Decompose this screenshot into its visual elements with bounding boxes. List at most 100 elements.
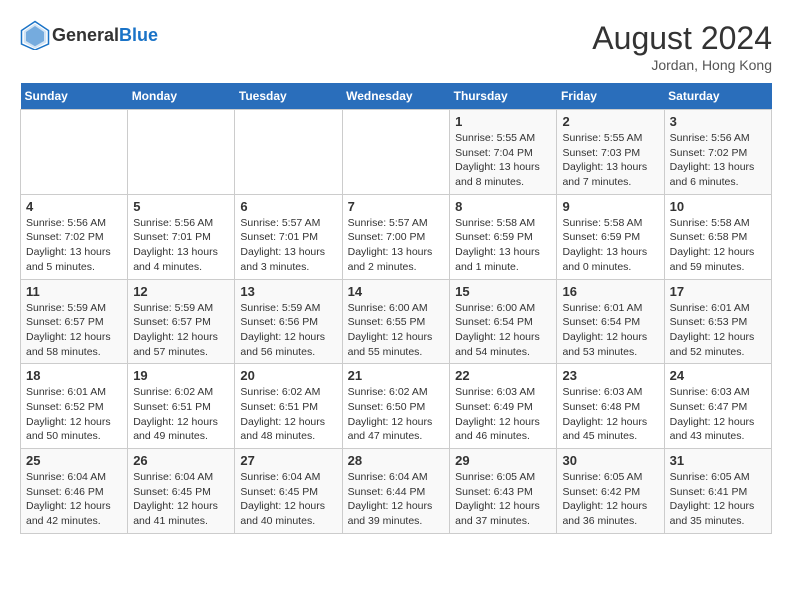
day-number: 17	[670, 284, 766, 299]
day-number: 11	[26, 284, 122, 299]
day-cell: 4 Sunrise: 5:56 AM Sunset: 7:02 PM Daylig…	[21, 194, 128, 279]
header-tuesday: Tuesday	[235, 83, 342, 110]
day-number: 15	[455, 284, 551, 299]
day-info: Sunrise: 5:55 AM Sunset: 7:03 PM Dayligh…	[562, 131, 658, 190]
day-info: Sunrise: 5:59 AM Sunset: 6:57 PM Dayligh…	[133, 301, 229, 360]
day-cell: 5 Sunrise: 5:56 AM Sunset: 7:01 PM Daylig…	[128, 194, 235, 279]
day-info: Sunrise: 6:05 AM Sunset: 6:41 PM Dayligh…	[670, 470, 766, 529]
day-cell: 6 Sunrise: 5:57 AM Sunset: 7:01 PM Daylig…	[235, 194, 342, 279]
calendar-header: SundayMondayTuesdayWednesdayThursdayFrid…	[21, 83, 772, 110]
day-cell: 9 Sunrise: 5:58 AM Sunset: 6:59 PM Daylig…	[557, 194, 664, 279]
day-info: Sunrise: 6:00 AM Sunset: 6:54 PM Dayligh…	[455, 301, 551, 360]
day-info: Sunrise: 6:01 AM Sunset: 6:52 PM Dayligh…	[26, 385, 122, 444]
day-cell: 10Sunrise: 5:58 AM Sunset: 6:58 PM Dayli…	[664, 194, 771, 279]
day-cell: 3 Sunrise: 5:56 AM Sunset: 7:02 PM Daylig…	[664, 110, 771, 195]
week-row-4: 25Sunrise: 6:04 AM Sunset: 6:46 PM Dayli…	[21, 449, 772, 534]
day-info: Sunrise: 6:04 AM Sunset: 6:45 PM Dayligh…	[133, 470, 229, 529]
day-info: Sunrise: 6:02 AM Sunset: 6:51 PM Dayligh…	[133, 385, 229, 444]
day-cell: 7 Sunrise: 5:57 AM Sunset: 7:00 PM Daylig…	[342, 194, 450, 279]
day-number: 26	[133, 453, 229, 468]
day-cell	[128, 110, 235, 195]
day-number: 13	[240, 284, 336, 299]
page-header: GeneralBlue August 2024 Jordan, Hong Kon…	[20, 20, 772, 73]
day-number: 8	[455, 199, 551, 214]
day-number: 4	[26, 199, 122, 214]
day-info: Sunrise: 5:56 AM Sunset: 7:02 PM Dayligh…	[26, 216, 122, 275]
day-number: 3	[670, 114, 766, 129]
day-cell: 31 Sunrise: 6:05 AM Sunset: 6:41 PM Dayli…	[664, 449, 771, 534]
day-info: Sunrise: 5:56 AM Sunset: 7:02 PM Dayligh…	[670, 131, 766, 190]
location: Jordan, Hong Kong	[592, 57, 772, 73]
day-cell: 16 Sunrise: 6:01 AM Sunset: 6:54 PM Dayli…	[557, 279, 664, 364]
day-cell: 29Sunrise: 6:05 AM Sunset: 6:43 PM Dayli…	[450, 449, 557, 534]
day-info: Sunrise: 6:01 AM Sunset: 6:54 PM Dayligh…	[562, 301, 658, 360]
day-number: 30	[562, 453, 658, 468]
day-number: 2	[562, 114, 658, 129]
week-row-2: 11 Sunrise: 5:59 AM Sunset: 6:57 PM Dayli…	[21, 279, 772, 364]
day-number: 24	[670, 368, 766, 383]
day-cell: 26 Sunrise: 6:04 AM Sunset: 6:45 PM Dayli…	[128, 449, 235, 534]
day-number: 21	[348, 368, 445, 383]
day-cell: 8Sunrise: 5:58 AM Sunset: 6:59 PM Daylig…	[450, 194, 557, 279]
day-number: 19	[133, 368, 229, 383]
day-cell: 18 Sunrise: 6:01 AM Sunset: 6:52 PM Dayli…	[21, 364, 128, 449]
month-year: August 2024	[592, 20, 772, 57]
day-cell	[235, 110, 342, 195]
day-number: 1	[455, 114, 551, 129]
day-number: 10	[670, 199, 766, 214]
day-number: 28	[348, 453, 445, 468]
day-cell: 13Sunrise: 5:59 AM Sunset: 6:56 PM Dayli…	[235, 279, 342, 364]
day-info: Sunrise: 5:57 AM Sunset: 7:01 PM Dayligh…	[240, 216, 336, 275]
day-cell: 23 Sunrise: 6:03 AM Sunset: 6:48 PM Dayli…	[557, 364, 664, 449]
day-info: Sunrise: 6:04 AM Sunset: 6:46 PM Dayligh…	[26, 470, 122, 529]
day-number: 16	[562, 284, 658, 299]
day-cell: 2 Sunrise: 5:55 AM Sunset: 7:03 PM Daylig…	[557, 110, 664, 195]
logo: GeneralBlue	[20, 20, 158, 50]
day-cell: 27Sunrise: 6:04 AM Sunset: 6:45 PM Dayli…	[235, 449, 342, 534]
day-cell: 21 Sunrise: 6:02 AM Sunset: 6:50 PM Dayli…	[342, 364, 450, 449]
day-info: Sunrise: 6:04 AM Sunset: 6:45 PM Dayligh…	[240, 470, 336, 529]
day-info: Sunrise: 5:56 AM Sunset: 7:01 PM Dayligh…	[133, 216, 229, 275]
day-info: Sunrise: 5:57 AM Sunset: 7:00 PM Dayligh…	[348, 216, 445, 275]
day-number: 7	[348, 199, 445, 214]
day-info: Sunrise: 5:58 AM Sunset: 6:59 PM Dayligh…	[562, 216, 658, 275]
day-info: Sunrise: 5:55 AM Sunset: 7:04 PM Dayligh…	[455, 131, 551, 190]
day-info: Sunrise: 6:03 AM Sunset: 6:49 PM Dayligh…	[455, 385, 551, 444]
day-info: Sunrise: 6:04 AM Sunset: 6:44 PM Dayligh…	[348, 470, 445, 529]
day-cell: 20Sunrise: 6:02 AM Sunset: 6:51 PM Dayli…	[235, 364, 342, 449]
day-cell: 25Sunrise: 6:04 AM Sunset: 6:46 PM Dayli…	[21, 449, 128, 534]
day-number: 6	[240, 199, 336, 214]
week-row-3: 18 Sunrise: 6:01 AM Sunset: 6:52 PM Dayli…	[21, 364, 772, 449]
day-cell: 15 Sunrise: 6:00 AM Sunset: 6:54 PM Dayli…	[450, 279, 557, 364]
day-cell: 11Sunrise: 5:59 AM Sunset: 6:57 PM Dayli…	[21, 279, 128, 364]
day-cell: 17Sunrise: 6:01 AM Sunset: 6:53 PM Dayli…	[664, 279, 771, 364]
header-row: SundayMondayTuesdayWednesdayThursdayFrid…	[21, 83, 772, 110]
day-cell	[342, 110, 450, 195]
day-number: 23	[562, 368, 658, 383]
day-number: 12	[133, 284, 229, 299]
day-number: 9	[562, 199, 658, 214]
header-friday: Friday	[557, 83, 664, 110]
day-number: 5	[133, 199, 229, 214]
header-sunday: Sunday	[21, 83, 128, 110]
week-row-0: 1 Sunrise: 5:55 AM Sunset: 7:04 PM Daylig…	[21, 110, 772, 195]
header-saturday: Saturday	[664, 83, 771, 110]
day-number: 20	[240, 368, 336, 383]
day-number: 14	[348, 284, 445, 299]
day-cell: 22Sunrise: 6:03 AM Sunset: 6:49 PM Dayli…	[450, 364, 557, 449]
day-number: 18	[26, 368, 122, 383]
day-number: 31	[670, 453, 766, 468]
title-section: August 2024 Jordan, Hong Kong	[592, 20, 772, 73]
day-info: Sunrise: 6:03 AM Sunset: 6:47 PM Dayligh…	[670, 385, 766, 444]
day-cell: 1 Sunrise: 5:55 AM Sunset: 7:04 PM Daylig…	[450, 110, 557, 195]
day-info: Sunrise: 6:02 AM Sunset: 6:50 PM Dayligh…	[348, 385, 445, 444]
day-info: Sunrise: 6:05 AM Sunset: 6:42 PM Dayligh…	[562, 470, 658, 529]
day-cell: 19 Sunrise: 6:02 AM Sunset: 6:51 PM Dayli…	[128, 364, 235, 449]
logo-general: General	[52, 25, 119, 45]
header-monday: Monday	[128, 83, 235, 110]
day-info: Sunrise: 6:03 AM Sunset: 6:48 PM Dayligh…	[562, 385, 658, 444]
logo-icon	[20, 20, 50, 50]
header-wednesday: Wednesday	[342, 83, 450, 110]
logo-text: GeneralBlue	[52, 25, 158, 46]
day-cell: 14Sunrise: 6:00 AM Sunset: 6:55 PM Dayli…	[342, 279, 450, 364]
